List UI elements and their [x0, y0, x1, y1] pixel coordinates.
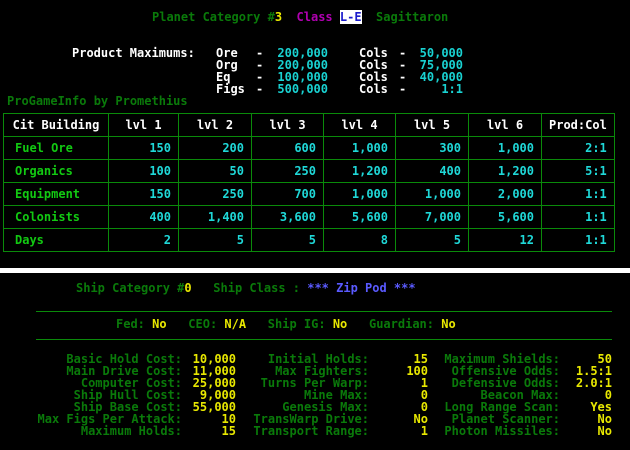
citadel-cell: 1,000	[323, 136, 396, 160]
ship-category-label: Ship Category #	[76, 281, 185, 295]
ceo-label: CEO:	[188, 317, 218, 331]
ship-header: Ship Category #0 Ship Class : *** Zip Po…	[76, 282, 416, 294]
planet-class-name: Sagittaron	[376, 10, 449, 24]
citadel-cell: 5	[178, 228, 252, 252]
product-cols-dash: -	[399, 82, 407, 96]
product-value: 500,000	[277, 82, 328, 96]
product-maximums-label: Product Maximums:	[72, 46, 195, 60]
product-cols-label: Cols	[359, 82, 388, 96]
citadel-header-cell: Prod:Col	[541, 113, 615, 137]
guardian-value: No	[441, 317, 456, 331]
citadel-header-cell: lvl 3	[251, 113, 324, 137]
guardian-label: Guardian:	[368, 317, 434, 331]
citadel-cell: 2:1	[541, 136, 615, 160]
citadel-cell: 2,000	[468, 182, 542, 206]
ship-class-name: *** Zip Pod ***	[307, 281, 416, 295]
citadel-cell: 600	[251, 136, 324, 160]
citadel-cell: 12	[468, 228, 542, 252]
section-separator	[0, 268, 630, 273]
citadel-header-cell: lvl 4	[323, 113, 396, 137]
fed-value: No	[152, 317, 167, 331]
citadel-cell: 1,400	[178, 205, 252, 229]
citadel-cell: 300	[395, 136, 469, 160]
citadel-header-row: Cit Building lvl 1 lvl 2 lvl 3 lvl 4 lvl 5 lvl…	[3, 113, 615, 137]
citadel-cell: 400	[108, 205, 179, 229]
citadel-cell: 1:1	[541, 182, 615, 206]
citadel-header-cell: Cit Building	[3, 113, 109, 137]
citadel-cell: 7,000	[395, 205, 469, 229]
citadel-row-label: Organics	[3, 159, 109, 183]
citadel-cell: 1:1	[541, 228, 615, 252]
citadel-cell: 1,200	[468, 159, 542, 183]
citadel-cell: 5,600	[468, 205, 542, 229]
citadel-cell: 200	[178, 136, 252, 160]
citadel-cell: 700	[251, 182, 324, 206]
citadel-cell: 400	[395, 159, 469, 183]
citadel-row: Fuel Ore 150 200 600 1,000 300 1,000 2:1	[3, 136, 615, 160]
citadel-header-cell: lvl 1	[108, 113, 179, 137]
product-cols-value: 1:1	[441, 82, 463, 96]
citadel-cell: 150	[108, 136, 179, 160]
citadel-cell: 1,200	[323, 159, 396, 183]
citadel-header-cell: lvl 2	[178, 113, 252, 137]
ship-class-label: Ship Class :	[213, 281, 300, 295]
ship-ig-value: No	[332, 317, 348, 331]
citadel-cell: 250	[251, 159, 324, 183]
citadel-table: Cit Building lvl 1 lvl 2 lvl 3 lvl 4 lvl 5 lvl…	[3, 113, 615, 252]
citadel-cell: 5	[395, 228, 469, 252]
citadel-row: Days 2 5 5 8 5 12 1:1	[3, 228, 615, 252]
ship-flags: Fed: No CEO: N/A Ship IG: No Guardian: N…	[116, 318, 456, 330]
citadel-cell: 5,600	[323, 205, 396, 229]
citadel-cell: 5:1	[541, 159, 615, 183]
ship-stat-label: Maximum Holds:	[80, 424, 182, 438]
citadel-row: Colonists 400 1,400 3,600 5,600 7,000 5,600 1:1	[3, 205, 615, 229]
citadel-cell: 3,600	[251, 205, 324, 229]
citadel-cell: 50	[178, 159, 252, 183]
citadel-row-label: Fuel Ore	[3, 136, 109, 160]
citadel-header-cell: lvl 5	[395, 113, 469, 137]
product-dash: -	[256, 82, 264, 96]
product-name: Figs	[216, 82, 245, 96]
fed-label: Fed:	[116, 317, 145, 331]
ship-category-number: 0	[184, 281, 192, 295]
ship-stat-value: 15	[221, 424, 236, 438]
ceo-value: N/A	[224, 317, 247, 331]
ship-stat-label: Transport Range:	[253, 424, 369, 438]
citadel-row: Organics 100 50 250 1,200 400 1,200 5:1	[3, 159, 615, 183]
ship-stat-label: Photon Missiles:	[444, 424, 560, 438]
citadel-cell: 250	[178, 182, 252, 206]
planet-category-label: Planet Category #	[152, 10, 275, 24]
citadel-cell: 5	[251, 228, 324, 252]
citadel-cell: 150	[108, 182, 179, 206]
citadel-cell: 100	[108, 159, 179, 183]
ship-stat-value: No	[597, 424, 612, 438]
citadel-cell: 1:1	[541, 205, 615, 229]
citadel-header-cell: lvl 6	[468, 113, 542, 137]
citadel-cell: 2	[108, 228, 179, 252]
citadel-cell: 1,000	[468, 136, 542, 160]
ship-ig-label: Ship IG:	[267, 317, 326, 331]
citadel-row-label: Colonists	[3, 205, 109, 229]
ship-divider-bottom	[36, 339, 612, 340]
ship-stat-value: 1	[420, 424, 428, 438]
citadel-cell: 1,000	[323, 182, 396, 206]
planet-class-code[interactable]: L-E	[339, 10, 362, 24]
planet-class-label: Class	[296, 10, 333, 24]
ship-divider-top	[36, 311, 612, 312]
citadel-row: Equipment 150 250 700 1,000 1,000 2,000 1:1	[3, 182, 615, 206]
planet-category-number: 3	[274, 10, 283, 24]
credit-text: ProGameInfo by Promethius	[7, 94, 188, 108]
citadel-cell: 8	[323, 228, 396, 252]
citadel-cell: 1,000	[395, 182, 469, 206]
citadel-row-label: Days	[3, 228, 109, 252]
citadel-row-label: Equipment	[3, 182, 109, 206]
planet-header: Planet Category #3 Class L-E, Sagittaron	[152, 10, 449, 24]
